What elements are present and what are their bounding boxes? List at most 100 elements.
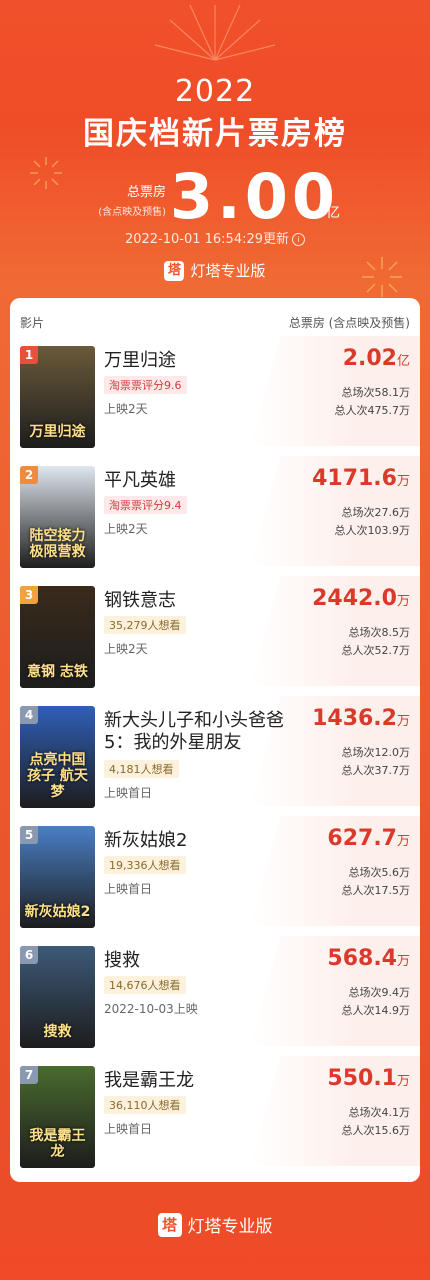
- poster-title-art: 意钢 志铁: [27, 664, 88, 680]
- release-status: 上映首日: [104, 882, 153, 896]
- brand: 塔 灯塔专业版: [0, 260, 430, 281]
- release-status: 上映2天: [104, 522, 148, 536]
- movie-poster[interactable]: 7 我是霸王龙: [20, 1066, 95, 1168]
- total-sessions: 总场次12.0万: [341, 746, 411, 759]
- poster-title-art: 搜救: [43, 1024, 72, 1040]
- info-icon[interactable]: i: [292, 233, 306, 246]
- total-sessions: 总场次4.1万: [348, 1106, 411, 1119]
- update-timestamp: 2022-10-01 16:54:29更新 i: [0, 228, 430, 247]
- release-status: 上映首日: [104, 1122, 153, 1136]
- total-admissions: 总人次17.5万: [341, 884, 411, 897]
- poster-title-art: 我是霸王龙: [29, 1128, 86, 1160]
- brand-name: 灯塔专业版: [190, 262, 266, 280]
- box-office-unit: 亿: [396, 354, 410, 369]
- rank-badge: 1: [20, 346, 38, 364]
- movie-title[interactable]: 新大头儿子和小头爸爸5：我的外星朋友: [104, 710, 284, 754]
- box-office: 568.4万: [327, 946, 410, 971]
- movie-row[interactable]: 5 新灰姑娘2 新灰姑娘2 19,336人想看 上映首日 627.7万 总场次5…: [10, 816, 420, 928]
- box-office-value: 568.4: [327, 946, 397, 971]
- movie-title[interactable]: 搜救: [104, 950, 284, 972]
- total-admissions: 总人次15.6万: [341, 1124, 411, 1137]
- box-office: 1436.2万: [312, 706, 410, 731]
- update-time-text: 2022-10-01 16:54:29更新: [124, 232, 290, 247]
- movie-title[interactable]: 新灰姑娘2: [104, 830, 284, 852]
- total-box-sublabel: (含点映及预售): [98, 207, 166, 218]
- total-sessions: 总场次9.4万: [348, 986, 411, 999]
- lighthouse-logo-icon: 塔: [157, 1212, 182, 1237]
- movie-title[interactable]: 我是霸王龙: [104, 1070, 284, 1092]
- total-box-unit: 亿: [326, 205, 340, 221]
- movie-poster[interactable]: 5 新灰姑娘2: [20, 826, 95, 928]
- want-to-see-tag: 36,110人想看: [104, 1096, 186, 1114]
- total-sessions: 总场次8.5万: [348, 626, 411, 639]
- total-box-label: 总票房: [126, 185, 166, 200]
- total-admissions: 总人次475.7万: [334, 404, 411, 417]
- movie-poster[interactable]: 1 万里归途: [20, 346, 95, 448]
- footer-brand-name: 灯塔专业版: [187, 1217, 273, 1237]
- rank-badge: 7: [20, 1066, 38, 1084]
- poster-title-art: 陆空接力 极限营救: [29, 528, 86, 560]
- release-status: 上映2天: [104, 402, 148, 416]
- box-office-value: 550.1: [327, 1066, 397, 1091]
- column-header-movie: 影片: [20, 316, 45, 330]
- box-office-unit: 万: [396, 594, 410, 609]
- total-sessions: 总场次5.6万: [348, 866, 411, 879]
- rating-tag: 淘票票评分9.6: [104, 376, 187, 394]
- release-status: 上映首日: [104, 786, 153, 800]
- movie-row[interactable]: 3 意钢 志铁 钢铁意志 35,279人想看 上映2天 2442.0万 总场次8…: [10, 576, 420, 688]
- rating-tag: 淘票票评分9.4: [104, 496, 187, 514]
- movie-poster[interactable]: 4 点亮中国孩子 航天梦: [20, 706, 95, 808]
- box-office-unit: 万: [396, 714, 410, 729]
- release-status: 2022-10-03上映: [104, 1002, 198, 1016]
- box-office-unit: 万: [396, 1074, 410, 1089]
- poster-title-art: 新灰姑娘2: [24, 904, 91, 920]
- poster-title-art: 点亮中国孩子 航天梦: [27, 752, 88, 800]
- total-box-value: 3.00: [170, 160, 339, 233]
- box-office-value: 1436.2: [312, 706, 397, 731]
- rank-badge: 6: [20, 946, 38, 964]
- release-status: 上映2天: [104, 642, 148, 656]
- movie-poster[interactable]: 6 搜救: [20, 946, 95, 1048]
- movie-row[interactable]: 4 点亮中国孩子 航天梦 新大头儿子和小头爸爸5：我的外星朋友 4,181人想看…: [10, 696, 420, 808]
- movie-row[interactable]: 2 陆空接力 极限营救 平凡英雄 淘票票评分9.4 上映2天 4171.6万 总…: [10, 456, 420, 568]
- box-office-value: 2442.0: [312, 586, 397, 611]
- rank-badge: 4: [20, 706, 38, 724]
- movie-row[interactable]: 1 万里归途 万里归途 淘票票评分9.6 上映2天 2.02亿 总场次58.1万…: [10, 336, 420, 448]
- total-sessions: 总场次27.6万: [341, 506, 411, 519]
- want-to-see-tag: 19,336人想看: [104, 856, 186, 874]
- box-office-value: 627.7: [327, 826, 397, 851]
- rank-badge: 2: [20, 466, 38, 484]
- movie-row[interactable]: 6 搜救 搜救 14,676人想看 2022-10-03上映 568.4万 总场…: [10, 936, 420, 1048]
- rank-badge: 3: [20, 586, 38, 604]
- box-office: 627.7万: [327, 826, 410, 851]
- box-office-unit: 万: [396, 954, 410, 969]
- movie-title[interactable]: 钢铁意志: [104, 590, 284, 612]
- movie-row[interactable]: 7 我是霸王龙 我是霸王龙 36,110人想看 上映首日 550.1万 总场次4…: [10, 1056, 420, 1168]
- movie-poster[interactable]: 3 意钢 志铁: [20, 586, 95, 688]
- total-admissions: 总人次37.7万: [341, 764, 411, 777]
- ranking-card: 影片 总票房 (含点映及预售) 1 万里归途 万里归途 淘票票评分9.6 上映2…: [10, 298, 420, 1182]
- total-sessions: 总场次58.1万: [341, 386, 411, 399]
- total-admissions: 总人次14.9万: [341, 1004, 411, 1017]
- box-office: 2.02亿: [343, 346, 410, 371]
- want-to-see-tag: 35,279人想看: [104, 616, 186, 634]
- want-to-see-tag: 14,676人想看: [104, 976, 186, 994]
- box-office-value: 2.02: [342, 346, 397, 371]
- movie-poster[interactable]: 2 陆空接力 极限营救: [20, 466, 95, 568]
- footer-brand: 塔 灯塔专业版: [0, 1212, 430, 1237]
- total-admissions: 总人次52.7万: [341, 644, 411, 657]
- movie-title[interactable]: 平凡英雄: [104, 470, 284, 492]
- want-to-see-tag: 4,181人想看: [104, 760, 179, 778]
- header: 2022 国庆档新片票房榜 总票房 (含点映及预售) 3.00 亿 2022-1…: [0, 0, 430, 300]
- total-admissions: 总人次103.9万: [334, 524, 411, 537]
- page-title: 国庆档新片票房榜: [83, 116, 347, 152]
- box-office-unit: 万: [396, 834, 410, 849]
- movie-title[interactable]: 万里归途: [104, 350, 284, 372]
- box-office: 4171.6万: [312, 466, 410, 491]
- rank-badge: 5: [20, 826, 38, 844]
- table-header: 影片 总票房 (含点映及预售): [20, 314, 410, 331]
- column-header-box-office: 总票房 (含点映及预售): [288, 316, 410, 330]
- box-office: 2442.0万: [312, 586, 410, 611]
- box-office: 550.1万: [327, 1066, 410, 1091]
- box-office-value: 4171.6: [312, 466, 397, 491]
